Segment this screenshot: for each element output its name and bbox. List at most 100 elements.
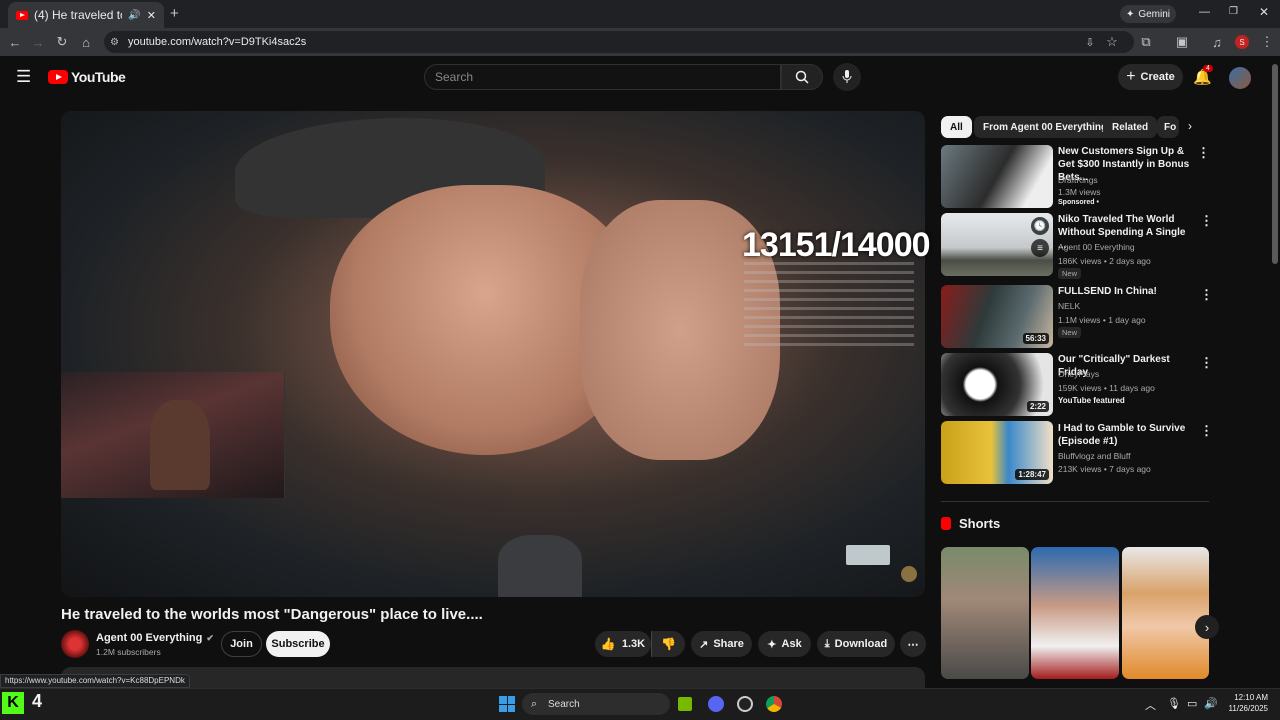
obs-icon[interactable] xyxy=(737,696,753,712)
new-badge: New xyxy=(1058,268,1082,279)
extensions-icon[interactable]: ⧉ xyxy=(1136,32,1156,52)
recommendation-title: FULLSEND In China! xyxy=(1058,286,1157,297)
install-icon[interactable]: ⇩ xyxy=(1080,32,1100,52)
start-button[interactable] xyxy=(499,696,515,712)
recommendation-thumbnail[interactable]: 🕓 ≡ xyxy=(941,213,1053,276)
recommendation-menu-icon[interactable]: ⋮ xyxy=(1200,423,1213,439)
sidepanel-icon[interactable]: ▣ xyxy=(1172,32,1192,52)
tray-chevron-icon[interactable]: ︿ xyxy=(1145,697,1156,713)
channel-name-text: Agent 00 Everything xyxy=(96,632,203,644)
chrome-icon[interactable] xyxy=(766,696,782,712)
browser-menu-icon[interactable]: ⋮ xyxy=(1257,32,1277,52)
like-button[interactable]: 👍 1.3K xyxy=(595,631,651,657)
chip-from-channel[interactable]: From Agent 00 Everything xyxy=(974,116,1117,138)
ask-label: Ask xyxy=(781,638,802,650)
channel-avatar[interactable] xyxy=(61,630,89,658)
tab-close-icon[interactable]: ✕ xyxy=(147,9,156,22)
plus-icon: + xyxy=(1126,68,1136,85)
chips-next-icon[interactable]: › xyxy=(1188,119,1192,133)
thumbs-down-icon: 👎 xyxy=(661,637,676,651)
chip-all[interactable]: All xyxy=(941,116,972,138)
recommendation-thumbnail[interactable]: 2:22 xyxy=(941,353,1053,416)
recommendation-menu-icon[interactable]: ⋮ xyxy=(1200,287,1213,303)
audio-icon[interactable]: 🔊 xyxy=(128,10,140,21)
ask-button[interactable]: ✦ Ask xyxy=(758,631,811,657)
short-thumbnail[interactable] xyxy=(941,547,1029,679)
youtube-featured-label: YouTube featured xyxy=(1058,396,1125,405)
volume-icon[interactable]: 🔊 xyxy=(1204,697,1218,710)
search-button[interactable] xyxy=(781,64,823,90)
recommendation-item[interactable]: New Customers Sign Up & Get $300 Instant… xyxy=(941,145,1211,209)
recommendation-views: 1.1M views • 1 day ago xyxy=(1058,315,1146,325)
profile-avatar[interactable]: S xyxy=(1235,35,1249,49)
like-count: 1.3K xyxy=(621,638,646,650)
dislike-button[interactable]: 👎 xyxy=(651,631,685,657)
channel-name[interactable]: Agent 00 Everything ✔ xyxy=(96,632,214,644)
add-to-queue-icon[interactable]: ≡ xyxy=(1031,239,1049,257)
download-button[interactable]: ⤓ Download xyxy=(817,631,895,657)
recommendation-item[interactable]: 🕓 ≡ Niko Traveled The World Without Spen… xyxy=(941,213,1213,279)
tab-title: (4) He traveled to the worlds xyxy=(34,8,122,22)
forward-icon[interactable]: → xyxy=(28,32,48,52)
shelf-divider xyxy=(941,501,1209,502)
share-button[interactable]: ↗ Share xyxy=(691,631,752,657)
recommendation-menu-icon[interactable]: ⋮ xyxy=(1197,145,1210,161)
bookmark-star-icon[interactable]: ☆ xyxy=(1102,32,1122,52)
window-close-icon[interactable]: ✕ xyxy=(1259,5,1269,19)
chat-overlay xyxy=(744,262,914,352)
nvidia-icon[interactable] xyxy=(678,697,692,711)
recommendation-menu-icon[interactable]: ⋮ xyxy=(1200,213,1213,229)
shorts-next-button[interactable]: › xyxy=(1195,615,1219,639)
recommendation-thumbnail[interactable] xyxy=(941,145,1053,208)
search-input[interactable]: Search xyxy=(424,64,781,90)
create-button[interactable]: + Create xyxy=(1118,64,1183,90)
taskbar-clock[interactable]: 12:10 AM 11/26/2025 xyxy=(1224,692,1268,714)
address-bar[interactable]: ⚙ youtube.com/watch?v=D9TKi4sac2s xyxy=(104,31,1134,53)
gemini-button[interactable]: ✦ Gemini xyxy=(1120,5,1176,23)
more-actions-button[interactable]: ⋯ xyxy=(900,631,926,657)
short-thumbnail[interactable] xyxy=(1031,547,1119,679)
shorts-heading-text: Shorts xyxy=(959,516,1001,531)
discord-icon[interactable] xyxy=(708,696,724,712)
page-scrollbar[interactable] xyxy=(1272,64,1278,264)
recommendation-channel: OneyPlays xyxy=(1058,369,1100,379)
taskbar-search[interactable]: ⌕ Search xyxy=(522,693,670,715)
recommendation-menu-icon[interactable]: ⋮ xyxy=(1200,355,1213,371)
notifications-button[interactable]: 🔔 4 xyxy=(1193,65,1213,87)
recommendation-item[interactable]: 56:33 FULLSEND In China! NELK 1.1M views… xyxy=(941,285,1213,349)
recommendation-item[interactable]: 1:28:47 I Had to Gamble to Survive (Epis… xyxy=(941,421,1213,485)
share-label: Share xyxy=(713,638,744,650)
kick-widget-icon[interactable]: K xyxy=(2,692,24,714)
account-avatar[interactable] xyxy=(1229,67,1251,89)
recommendation-channel: DraftKings xyxy=(1058,175,1098,185)
reload-icon[interactable]: ↻ xyxy=(52,32,72,52)
video-duration: 1:28:47 xyxy=(1015,469,1049,480)
channel-watermark-icon[interactable] xyxy=(901,566,917,582)
recommendation-item[interactable]: 2:22 Our "Critically" Darkest Friday One… xyxy=(941,353,1213,417)
browser-tab[interactable]: (4) He traveled to the worlds 🔊 ✕ xyxy=(8,2,164,28)
home-icon[interactable]: ⌂ xyxy=(76,32,96,52)
new-tab-icon[interactable]: + xyxy=(170,5,179,22)
chip-more[interactable]: Fo xyxy=(1157,116,1179,138)
join-button[interactable]: Join xyxy=(221,631,262,657)
media-icon[interactable]: ♫ xyxy=(1207,32,1227,52)
youtube-logo[interactable]: YouTube xyxy=(48,69,126,85)
hamburger-menu-icon[interactable]: ☰ xyxy=(16,67,31,87)
mic-tray-icon[interactable]: 🎙 xyxy=(1167,697,1181,710)
restore-icon[interactable]: ❐ xyxy=(1229,6,1238,17)
description-box[interactable] xyxy=(61,667,925,688)
watch-later-icon[interactable]: 🕓 xyxy=(1031,217,1049,235)
site-info-icon[interactable]: ⚙ xyxy=(110,37,119,48)
voice-search-button[interactable] xyxy=(833,63,861,91)
youtube-favicon-icon xyxy=(16,10,28,20)
chip-related[interactable]: Related xyxy=(1103,116,1158,138)
back-icon[interactable]: ← xyxy=(5,32,25,52)
watermark-badge xyxy=(846,545,890,565)
minimize-icon[interactable]: — xyxy=(1199,6,1210,18)
shorts-icon xyxy=(941,517,951,530)
short-thumbnail[interactable] xyxy=(1122,547,1209,679)
subscribe-button[interactable]: Subscribe xyxy=(266,631,330,657)
network-icon[interactable]: ▭ xyxy=(1187,697,1197,710)
recommendation-thumbnail[interactable]: 1:28:47 xyxy=(941,421,1053,484)
recommendation-thumbnail[interactable]: 56:33 xyxy=(941,285,1053,348)
